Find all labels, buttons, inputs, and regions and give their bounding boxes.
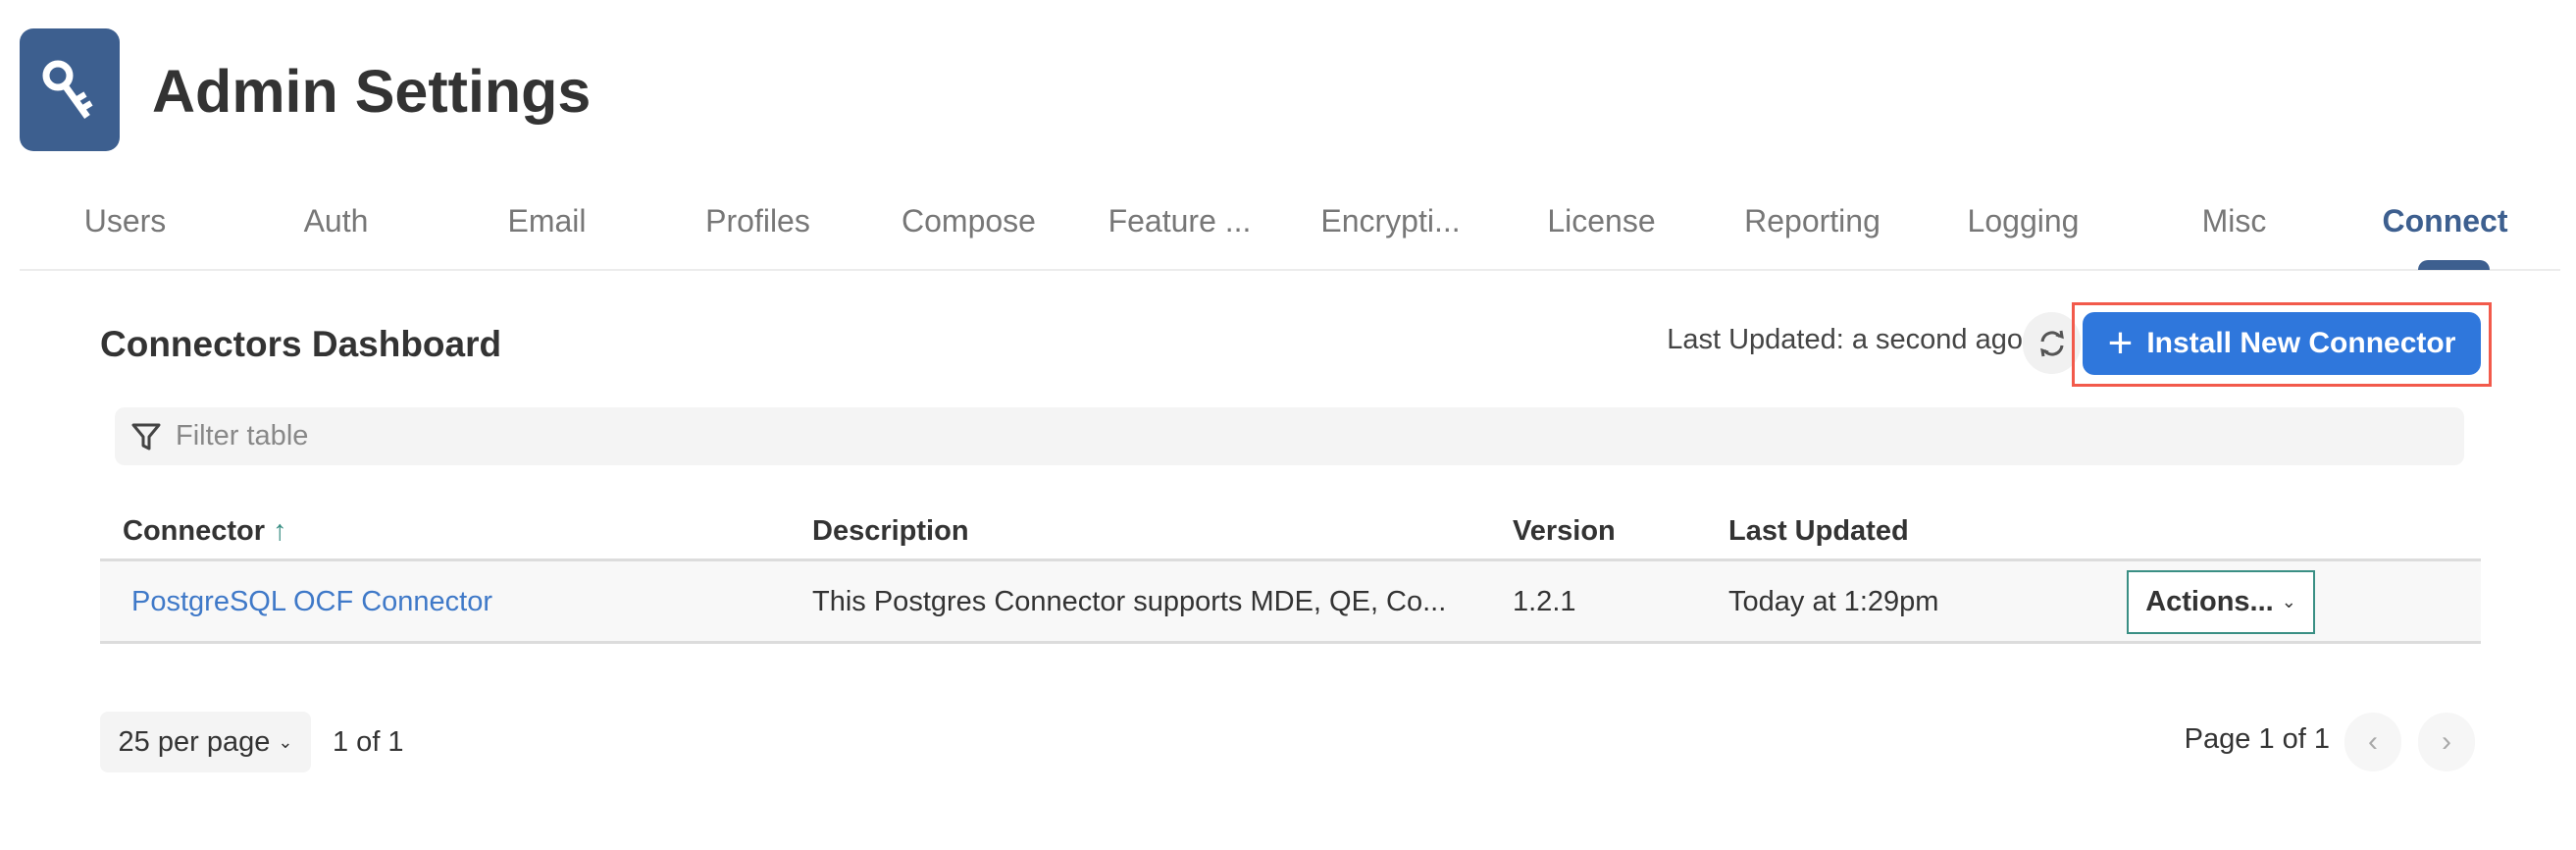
tabs-divider: [20, 269, 2560, 271]
tab-profiles[interactable]: Profiles: [652, 191, 863, 250]
tab-encryption[interactable]: Encrypti...: [1285, 191, 1496, 250]
chevron-right-icon: ›: [2442, 725, 2451, 758]
column-header-description[interactable]: Description: [812, 515, 969, 548]
last-updated-text: Last Updated: a second ago: [1667, 324, 2023, 355]
sort-ascending-icon: ↑: [273, 515, 287, 547]
chevron-down-icon: ⌄: [278, 731, 293, 752]
tab-users[interactable]: Users: [20, 191, 231, 250]
app-logo: [20, 28, 120, 151]
page-indicator: Page 1 of 1: [2184, 723, 2330, 755]
filter-icon: [131, 423, 161, 450]
tab-compose[interactable]: Compose: [863, 191, 1074, 250]
column-header-version[interactable]: Version: [1513, 515, 1616, 548]
tab-feature[interactable]: Feature ...: [1074, 191, 1285, 250]
per-page-select[interactable]: 25 per page ⌄: [100, 712, 311, 772]
tab-auth[interactable]: Auth: [231, 191, 441, 250]
refresh-icon: [2039, 330, 2064, 356]
page-title: Admin Settings: [152, 58, 592, 125]
install-button-label: Install New Connector: [2146, 327, 2456, 359]
row-count: 1 of 1: [333, 726, 404, 758]
filter-box: [115, 407, 2464, 465]
tab-logging[interactable]: Logging: [1918, 191, 2129, 250]
tab-license[interactable]: License: [1496, 191, 1707, 250]
install-new-connector-button[interactable]: + Install New Connector: [2083, 312, 2481, 375]
version-cell: 1.2.1: [1513, 586, 1576, 617]
previous-page-button[interactable]: ‹: [2344, 713, 2401, 771]
key-icon: [42, 60, 93, 119]
chevron-down-icon: ⌄: [2281, 592, 2296, 611]
tab-misc[interactable]: Misc: [2129, 191, 2340, 250]
tab-email[interactable]: Email: [441, 191, 652, 250]
settings-tabs: Users Auth Email Profiles Compose Featur…: [20, 191, 2550, 250]
chevron-left-icon: ‹: [2368, 725, 2378, 758]
actions-dropdown[interactable]: Actions... ⌄: [2127, 570, 2315, 634]
last-updated-cell: Today at 1:29pm: [1728, 586, 1939, 617]
filter-input[interactable]: [176, 420, 2138, 452]
description-cell: This Postgres Connector supports MDE, QE…: [812, 586, 1447, 617]
column-header-last-updated[interactable]: Last Updated: [1728, 515, 1909, 548]
next-page-button[interactable]: ›: [2418, 713, 2475, 771]
active-tab-indicator: [2418, 260, 2490, 270]
connector-link[interactable]: PostgreSQL OCF Connector: [131, 586, 492, 618]
column-header-connector[interactable]: Connector ↑: [123, 515, 287, 548]
per-page-label: 25 per page: [118, 725, 271, 758]
plus-icon: +: [2107, 319, 2134, 367]
actions-label: Actions...: [2145, 586, 2274, 617]
tab-reporting[interactable]: Reporting: [1707, 191, 1918, 250]
section-title: Connectors Dashboard: [100, 324, 502, 364]
tab-connect[interactable]: Connect: [2340, 191, 2550, 250]
column-header-label: Connector: [123, 515, 265, 547]
